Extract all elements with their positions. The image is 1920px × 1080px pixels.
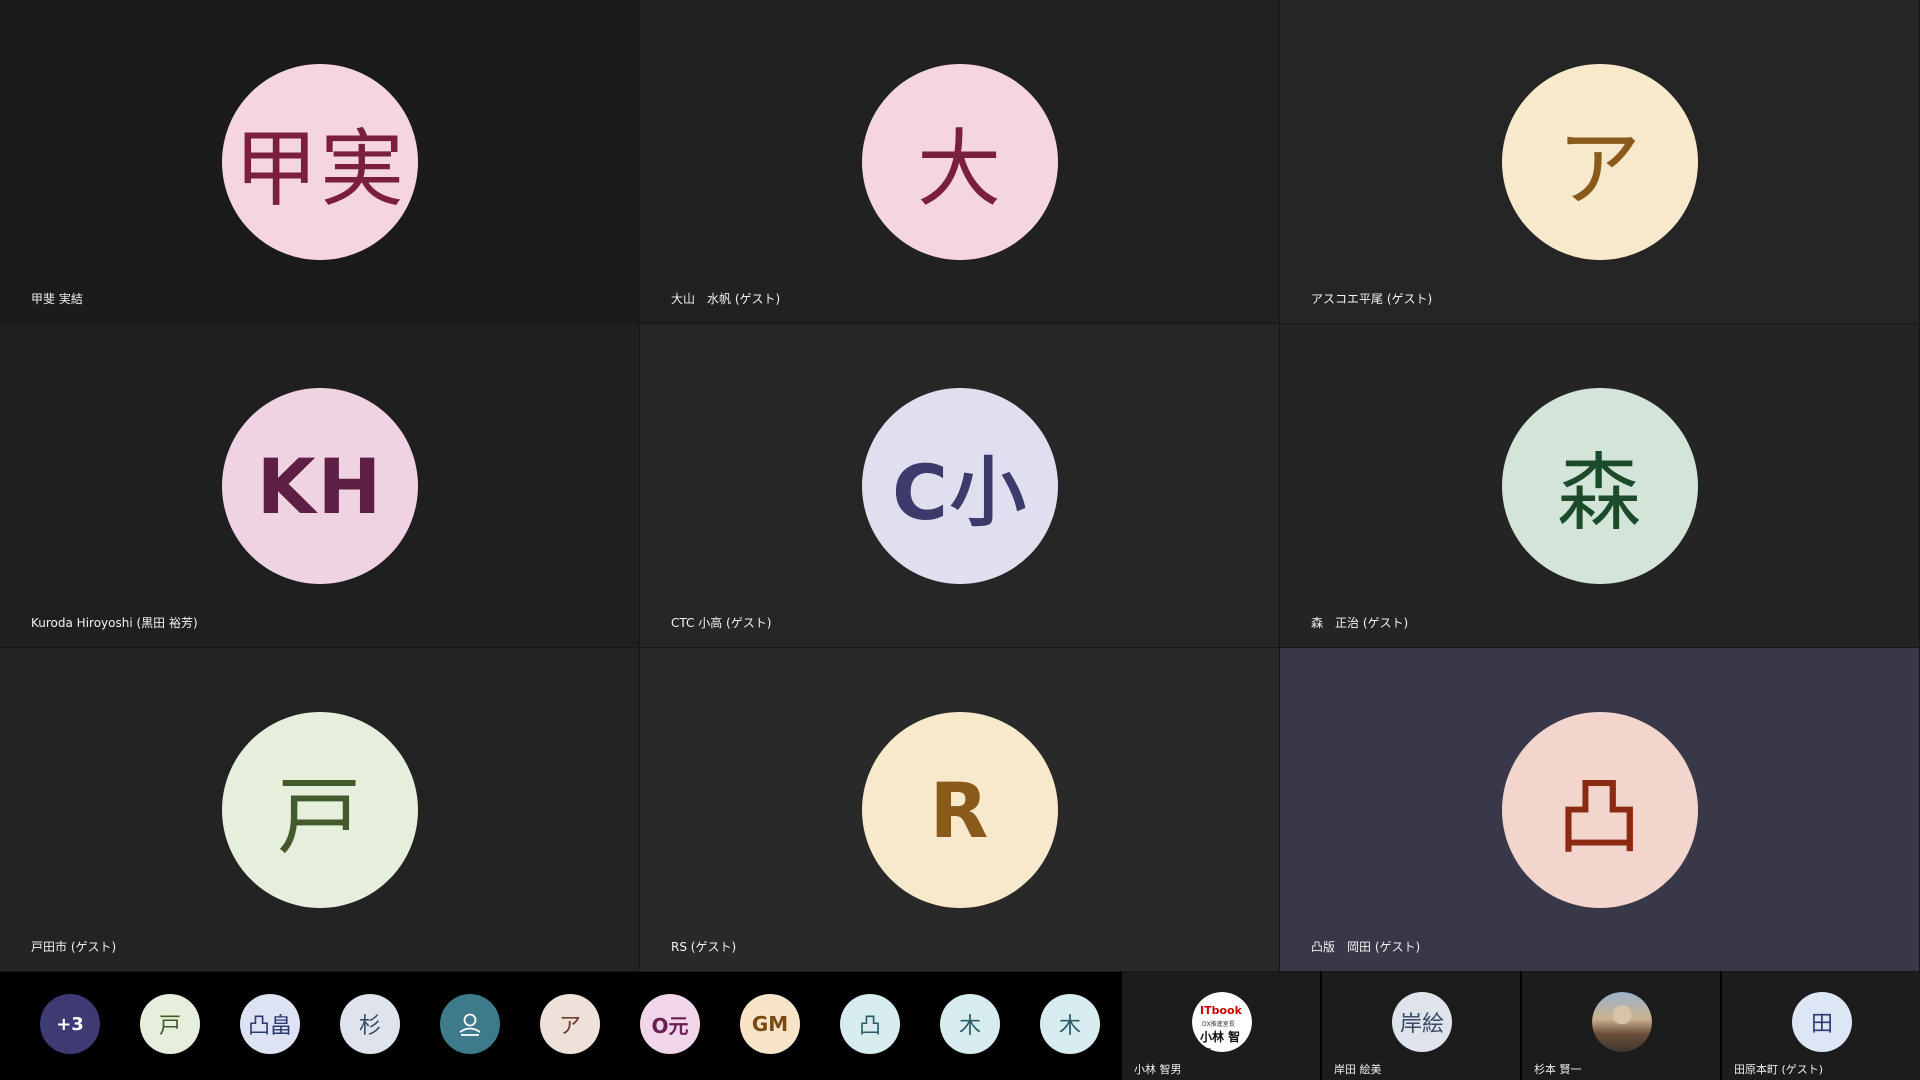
participant-name: アスコエ平尾 (ゲスト) bbox=[1311, 292, 1433, 306]
participant-avatar: C小 bbox=[862, 388, 1058, 584]
participant-avatar: KH bbox=[222, 388, 418, 584]
participant-tile[interactable]: 大 大山 水帆 (ゲスト) bbox=[640, 0, 1280, 324]
participant-name: 大山 水帆 (ゲスト) bbox=[671, 292, 781, 306]
participant-name: 岸田 絵美 bbox=[1334, 1063, 1382, 1076]
strip-avatar[interactable]: GM bbox=[740, 994, 800, 1054]
pinned-participant[interactable]: 岸絵 岸田 絵美 bbox=[1320, 972, 1520, 1080]
strip-avatar[interactable]: ア bbox=[540, 994, 600, 1054]
pinned-participant[interactable]: ITbook DX推進室長 小林 智男 小林 智男 bbox=[1120, 972, 1320, 1080]
participant-avatar: 田 bbox=[1792, 992, 1852, 1052]
participant-name: 甲斐 実結 bbox=[31, 292, 83, 306]
participant-name: 田原本町 (ゲスト) bbox=[1734, 1063, 1824, 1076]
participant-tile[interactable]: KH Kuroda Hiroyoshi (黒田 裕芳) bbox=[0, 324, 640, 648]
more-participants-button[interactable]: +3 bbox=[40, 994, 100, 1054]
participant-avatar: ITbook DX推進室長 小林 智男 bbox=[1192, 992, 1252, 1052]
participant-avatar: 凸 bbox=[1502, 712, 1698, 908]
strip-avatar[interactable]: 戸 bbox=[140, 994, 200, 1054]
participant-name: RS (ゲスト) bbox=[671, 940, 737, 954]
profile-photo bbox=[1592, 992, 1652, 1052]
participant-tile[interactable]: 甲実 甲斐 実結 bbox=[0, 0, 640, 324]
participant-avatar: 戸 bbox=[222, 712, 418, 908]
badge-title-text: DX推進室長 bbox=[1202, 1021, 1235, 1028]
pinned-participant[interactable]: 田 田原本町 (ゲスト) bbox=[1720, 972, 1920, 1080]
participant-tile[interactable]: ア アスコエ平尾 (ゲスト) bbox=[1280, 0, 1920, 324]
participant-avatar: 岸絵 bbox=[1392, 992, 1452, 1052]
strip-avatar[interactable]: O元 bbox=[640, 994, 700, 1054]
person-icon bbox=[459, 1013, 481, 1036]
strip-avatar[interactable]: 木 bbox=[940, 994, 1000, 1054]
pinned-participant[interactable]: 杉本 賢一 bbox=[1520, 972, 1720, 1080]
participant-tile-active-speaker[interactable]: 凸 凸版 岡田 (ゲスト) bbox=[1280, 648, 1920, 972]
profile-badge-image: ITbook DX推進室長 小林 智男 bbox=[1192, 992, 1252, 1052]
strip-avatar[interactable]: 凸畠 bbox=[240, 994, 300, 1054]
participant-avatar: ア bbox=[1502, 64, 1698, 260]
participant-name: Kuroda Hiroyoshi (黒田 裕芳) bbox=[31, 616, 198, 630]
participant-avatar: R bbox=[862, 712, 1058, 908]
participant-avatar: 甲実 bbox=[222, 64, 418, 260]
participant-tile[interactable]: R RS (ゲスト) bbox=[640, 648, 1280, 972]
participant-name: CTC 小高 (ゲスト) bbox=[671, 616, 772, 630]
participant-tile[interactable]: C小 CTC 小高 (ゲスト) bbox=[640, 324, 1280, 648]
participant-name: 戸田市 (ゲスト) bbox=[31, 940, 117, 954]
participant-avatar bbox=[1592, 992, 1652, 1052]
participant-avatar: 森 bbox=[1502, 388, 1698, 584]
participant-name: 凸版 岡田 (ゲスト) bbox=[1311, 940, 1421, 954]
video-grid: 甲実 甲斐 実結 大 大山 水帆 (ゲスト) ア アスコエ平尾 (ゲスト) KH… bbox=[0, 0, 1920, 972]
participant-name: 小林 智男 bbox=[1134, 1063, 1182, 1076]
badge-logo-text: ITbook bbox=[1200, 1004, 1242, 1017]
participant-name: 森 正治 (ゲスト) bbox=[1311, 616, 1409, 630]
participant-name: 杉本 賢一 bbox=[1534, 1063, 1582, 1076]
strip-avatar[interactable] bbox=[440, 994, 500, 1054]
strip-avatar[interactable]: 木 bbox=[1040, 994, 1100, 1054]
participant-tile[interactable]: 森 森 正治 (ゲスト) bbox=[1280, 324, 1920, 648]
strip-avatar[interactable]: 凸 bbox=[840, 994, 900, 1054]
participant-tile[interactable]: 戸 戸田市 (ゲスト) bbox=[0, 648, 640, 972]
participant-avatar: 大 bbox=[862, 64, 1058, 260]
badge-name-text: 小林 智男 bbox=[1200, 1030, 1241, 1052]
strip-avatar[interactable]: 杉 bbox=[340, 994, 400, 1054]
